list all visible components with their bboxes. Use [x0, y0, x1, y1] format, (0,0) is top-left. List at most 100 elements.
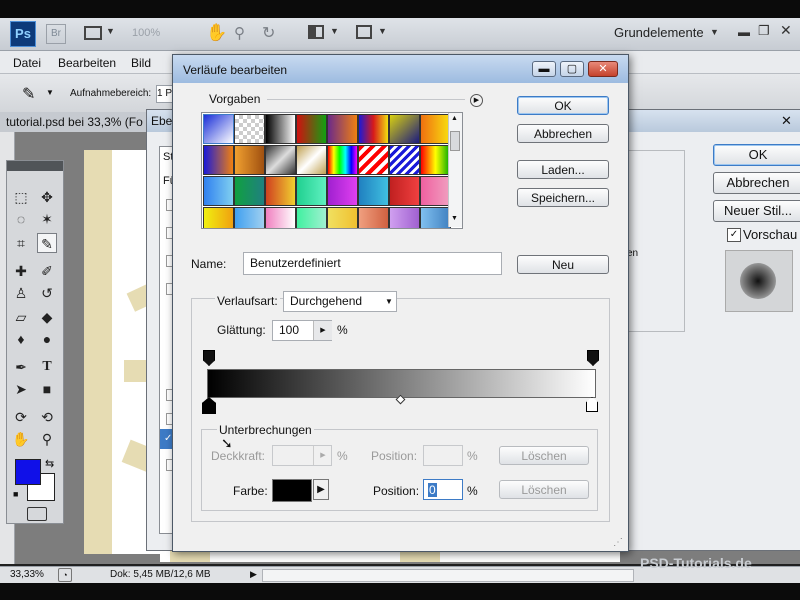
default-colors-icon[interactable]: ■ [13, 489, 18, 499]
screen-mode-icon[interactable] [356, 25, 372, 39]
preview-checkbox[interactable]: ✓ [727, 228, 741, 242]
close-icon[interactable]: ✕ [781, 113, 792, 129]
zoom-tool-icon[interactable]: ⚲ [37, 429, 57, 449]
history-brush-tool-icon[interactable]: ↺ [37, 283, 57, 303]
delete-color-stop-button[interactable]: Löschen [499, 480, 589, 499]
preset-gradient-swatch[interactable] [203, 207, 234, 228]
scroll-thumb[interactable] [450, 131, 460, 151]
swap-colors-icon[interactable]: ⇆ [45, 457, 54, 470]
workspace-switcher[interactable]: Grundelemente [614, 25, 704, 40]
name-field[interactable]: Benutzerdefiniert [243, 252, 502, 275]
preset-gradient-swatch[interactable] [389, 207, 420, 228]
move-tool-icon[interactable]: ✥ [37, 187, 57, 207]
preset-gradient-swatch[interactable] [389, 114, 420, 144]
photoshop-logo[interactable]: Ps [10, 21, 36, 47]
presets-menu-icon[interactable]: ▶ [470, 94, 483, 107]
horizontal-scrollbar[interactable] [262, 569, 634, 582]
preset-gradient-swatch[interactable] [327, 176, 358, 206]
preset-gradient-swatch[interactable] [327, 207, 358, 228]
preset-gradient-swatch[interactable] [296, 114, 327, 144]
document-tab[interactable]: tutorial.psd bei 33,3% (Fo [0, 112, 160, 133]
eyedropper-tool-icon[interactable]: ✎ [37, 233, 57, 253]
zoom-select[interactable]: 100% [132, 25, 180, 41]
preset-gradient-swatch[interactable] [265, 176, 296, 206]
hand-tool-icon[interactable]: ✋ [11, 429, 31, 449]
preset-gradient-swatch[interactable] [420, 207, 451, 228]
preset-gradient-swatch[interactable] [358, 207, 389, 228]
status-menu-icon[interactable]: ▶ [250, 569, 257, 580]
blur-tool-icon[interactable]: ♦ [11, 329, 31, 349]
crop-tool-icon[interactable]: ⌗ [11, 233, 31, 253]
preset-gradient-swatch[interactable] [265, 114, 296, 144]
color-menu-icon[interactable]: ▶ [313, 479, 329, 500]
3d-orbit-tool-icon[interactable]: ⟲ [37, 407, 57, 427]
preset-gradient-swatch[interactable] [389, 176, 420, 206]
screen-icon[interactable] [84, 26, 102, 40]
scroll-up-icon[interactable]: ▲ [451, 115, 458, 122]
eraser-tool-icon[interactable]: ▱ [11, 307, 31, 327]
preset-gradient-swatch[interactable] [358, 145, 389, 175]
restore-icon[interactable]: ❐ [758, 23, 770, 39]
type-tool-icon[interactable]: T [37, 357, 57, 377]
preset-gradient-swatch[interactable] [203, 176, 234, 206]
3d-rotate-tool-icon[interactable]: ⟳ [11, 407, 31, 427]
preset-gradient-swatch[interactable] [265, 207, 296, 228]
ok-button[interactable]: OK [517, 96, 609, 115]
close-icon[interactable]: ✕ [780, 22, 792, 39]
dodge-tool-icon[interactable]: ● [37, 329, 57, 349]
preset-gradient-swatch[interactable] [234, 145, 265, 175]
gradient-preview-bar[interactable] [207, 369, 596, 398]
foreground-color-swatch[interactable] [15, 459, 41, 485]
pen-tool-icon[interactable]: ✒ [11, 357, 31, 377]
new-button[interactable]: Neu [517, 255, 609, 274]
layer-style-cancel-button[interactable]: Abbrechen [713, 172, 800, 194]
preset-gradient-swatch[interactable] [358, 176, 389, 206]
preset-gradient-swatch[interactable] [296, 207, 327, 228]
menu-bearbeiten[interactable]: Bearbeiten [58, 56, 116, 70]
rotate-view-icon[interactable]: ↻ [262, 23, 275, 43]
preset-gradient-swatch[interactable] [265, 145, 296, 175]
gradient-type-select[interactable]: Durchgehend [283, 291, 397, 312]
path-selection-tool-icon[interactable]: ➤ [11, 379, 31, 399]
scroll-down-icon[interactable]: ▼ [451, 215, 458, 222]
preset-gradient-swatch[interactable] [234, 207, 265, 228]
delete-opacity-stop-button[interactable]: Löschen [499, 446, 589, 465]
marquee-tool-icon[interactable]: ⬚ [11, 187, 31, 207]
preset-gradient-swatch[interactable] [420, 145, 451, 175]
preset-gradient-swatch[interactable] [234, 114, 265, 144]
tools-panel-header[interactable] [7, 161, 63, 171]
preset-gradient-swatch[interactable] [234, 176, 265, 206]
preset-gradient-swatch[interactable] [358, 114, 389, 144]
preset-gradient-swatch[interactable] [420, 176, 451, 206]
smoothness-slider-button[interactable]: ▶ [313, 321, 332, 340]
magic-wand-tool-icon[interactable]: ✶ [37, 209, 57, 229]
stop-color-swatch[interactable] [272, 479, 312, 502]
eyedropper-icon[interactable]: ✎ [22, 84, 35, 104]
preset-gradient-swatch[interactable] [327, 114, 358, 144]
color-position-field[interactable]: 0 [423, 479, 463, 500]
lasso-tool-icon[interactable]: ◌ [11, 209, 31, 229]
preset-gradient-swatch[interactable] [389, 145, 420, 175]
status-info-icon[interactable]: ◔ [58, 568, 72, 582]
brush-tool-icon[interactable]: ✐ [37, 261, 57, 281]
resize-grip-icon[interactable]: ⋰ [613, 537, 623, 548]
new-style-button[interactable]: Neuer Stil... [713, 200, 800, 222]
maximize-icon[interactable]: ▢ [560, 61, 584, 77]
close-icon[interactable]: ✕ [588, 61, 618, 77]
stamp-tool-icon[interactable]: ♙ [11, 283, 31, 303]
hand-icon[interactable]: ✋ [206, 23, 227, 43]
bridge-button[interactable]: Br [46, 24, 66, 44]
menu-bild[interactable]: Bild [131, 56, 151, 70]
shape-tool-icon[interactable]: ■ [37, 379, 57, 399]
cancel-button[interactable]: Abbrechen [517, 124, 609, 143]
preset-gradient-swatch[interactable] [327, 145, 358, 175]
save-button[interactable]: Speichern... [517, 188, 609, 207]
preset-scrollbar[interactable]: ▲ ▼ [448, 113, 462, 227]
minimize-icon[interactable]: ▬ [738, 25, 750, 39]
preset-gradient-swatch[interactable] [420, 114, 451, 144]
preset-gradient-swatch[interactable] [296, 145, 327, 175]
status-zoom[interactable]: 33,33% [10, 569, 44, 580]
zoom-icon[interactable]: ⚲ [234, 24, 245, 42]
arrange-documents-icon[interactable] [308, 25, 324, 39]
preset-gradient-swatch[interactable] [296, 176, 327, 206]
